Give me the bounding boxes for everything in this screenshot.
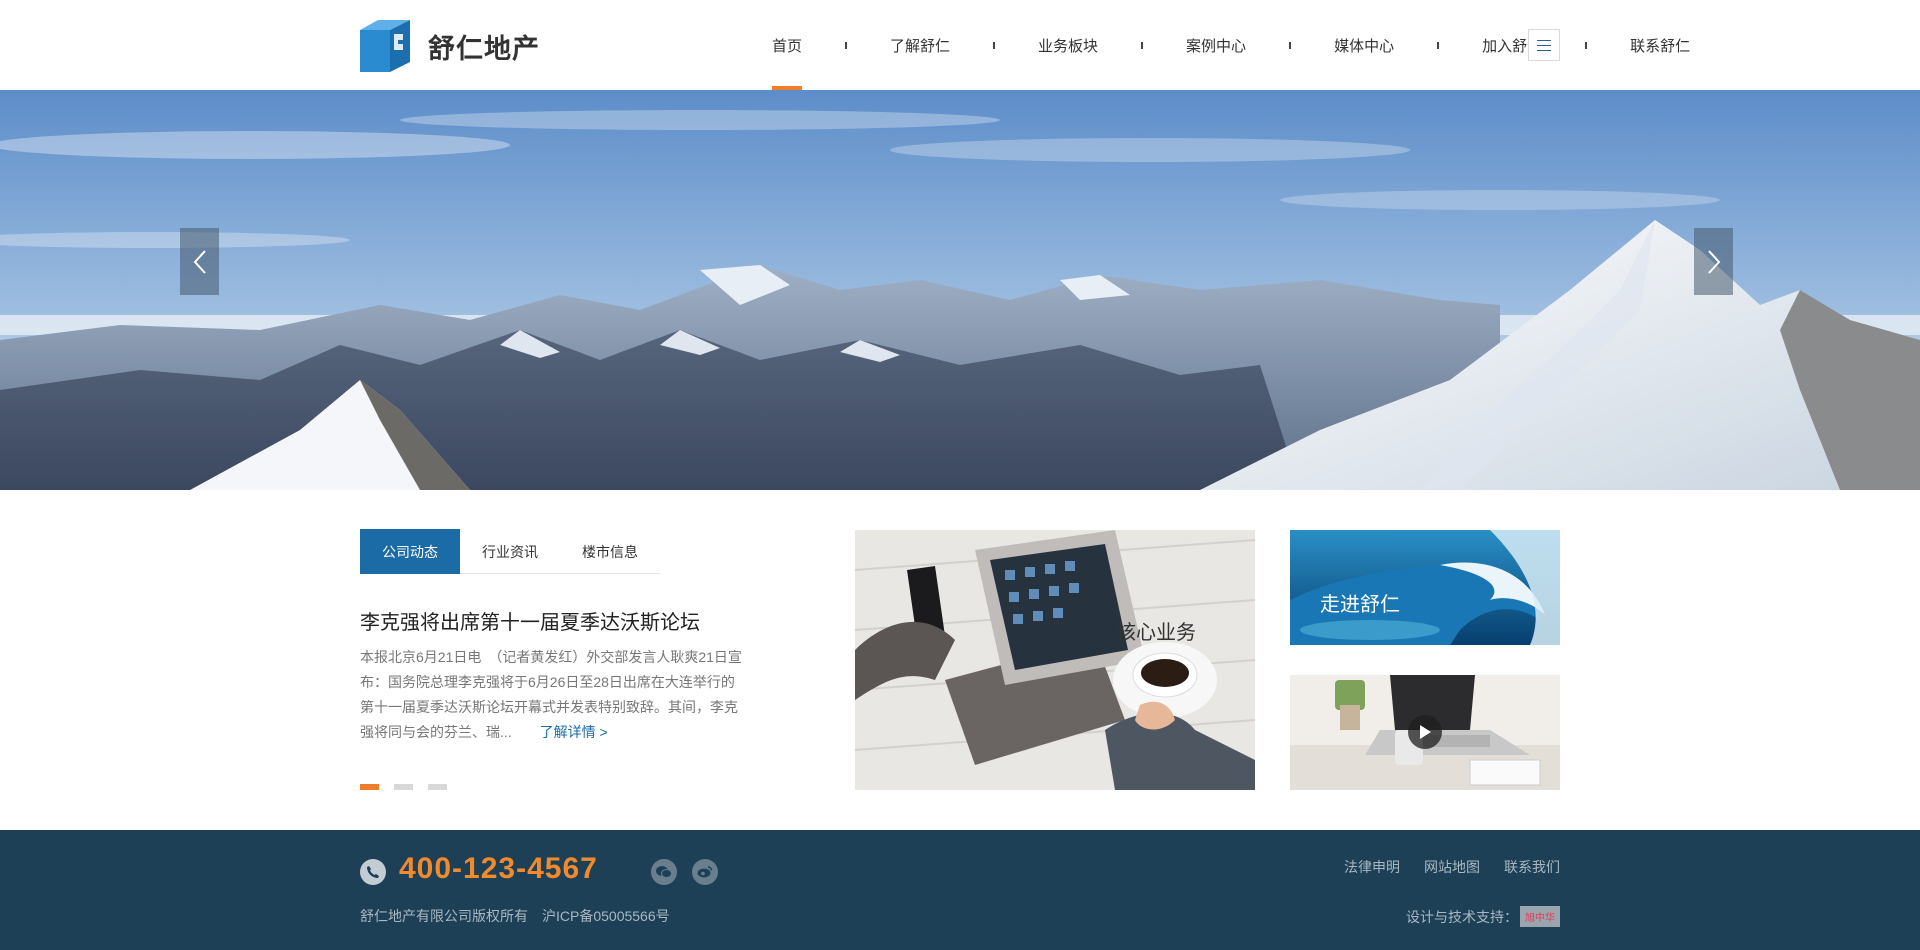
- brand-name: 舒仁地产: [428, 33, 540, 64]
- support-label: 设计与技术支持：: [1406, 908, 1518, 925]
- tab-market-info[interactable]: 楼市信息: [560, 529, 660, 574]
- pagination-dot[interactable]: [394, 784, 413, 790]
- site-header: 舒仁地产 首页 了解舒仁 业务板块 案例中心 媒体中心 加入舒仁 联系舒仁: [0, 0, 1920, 90]
- footer-link-contact[interactable]: 联系我们: [1504, 857, 1560, 877]
- read-more-link[interactable]: 了解详情 >: [540, 724, 608, 740]
- tab-company-news[interactable]: 公司动态: [360, 529, 460, 574]
- chevron-right-icon: [1707, 249, 1720, 274]
- tab-industry-news[interactable]: 行业资讯: [460, 529, 560, 574]
- nav-item-about[interactable]: 了解舒仁: [878, 0, 962, 90]
- nav-divider: [1585, 41, 1588, 49]
- nav-item-contact[interactable]: 联系舒仁: [1618, 0, 1702, 90]
- main-nav: 首页 了解舒仁 业务板块 案例中心 媒体中心 加入舒仁 联系舒仁: [760, 0, 1702, 90]
- banner-prev-button[interactable]: [180, 228, 219, 295]
- news-summary: 本报北京6月21日电 （记者黄发红）外交部发言人耿爽21日宣布：国务院总理李克强…: [360, 645, 744, 745]
- nav-divider: [845, 41, 848, 49]
- hotline-number[interactable]: 400-123-4567: [399, 852, 598, 886]
- news-headline[interactable]: 李克强将出席第十一届夏季达沃斯论坛: [360, 606, 700, 635]
- site-footer: 400-123-4567 舒仁地产有限公司版权所有 沪ICP备05005566号 …: [0, 830, 1920, 950]
- news-tabs: 公司动态 行业资讯 楼市信息: [360, 529, 660, 574]
- core-business-label: 核心业务: [1116, 622, 1196, 644]
- pagination-dot[interactable]: [428, 784, 447, 790]
- news-pagination: [360, 784, 447, 790]
- copyright-text: 舒仁地产有限公司版权所有: [360, 908, 528, 924]
- footer-links: 法律申明 网站地图 联系我们: [1344, 857, 1560, 877]
- footer-link-legal[interactable]: 法律申明: [1344, 857, 1400, 877]
- icp-license[interactable]: 沪ICP备05005566号: [542, 908, 670, 924]
- hamburger-menu-icon[interactable]: [1528, 29, 1560, 61]
- pagination-dot[interactable]: [360, 784, 379, 790]
- nav-item-home[interactable]: 首页: [760, 0, 814, 90]
- about-us-label: 走进舒仁: [1320, 594, 1400, 616]
- logo[interactable]: 舒仁地产: [360, 20, 540, 72]
- video-card[interactable]: [1290, 675, 1560, 790]
- mountain-landscape-image: [0, 90, 1920, 490]
- nav-divider: [993, 41, 996, 49]
- play-icon[interactable]: [1408, 715, 1442, 749]
- support-badge[interactable]: 旭中华: [1520, 906, 1560, 927]
- about-us-card[interactable]: 走进舒仁: [1290, 530, 1560, 645]
- footer-link-sitemap[interactable]: 网站地图: [1424, 857, 1480, 877]
- nav-divider: [1141, 41, 1144, 49]
- cube-logo-icon: [360, 20, 410, 72]
- phone-icon: [360, 859, 386, 885]
- nav-divider: [1437, 41, 1440, 49]
- nav-item-media[interactable]: 媒体中心: [1322, 0, 1406, 90]
- banner-next-button[interactable]: [1694, 228, 1733, 295]
- nav-item-cases[interactable]: 案例中心: [1174, 0, 1258, 90]
- chevron-left-icon: [193, 249, 206, 274]
- tablet-coffee-image: [855, 530, 1255, 790]
- nav-item-business[interactable]: 业务板块: [1026, 0, 1110, 90]
- hero-banner: [0, 90, 1920, 490]
- nav-divider: [1289, 41, 1292, 49]
- wechat-icon[interactable]: [651, 859, 677, 885]
- weibo-icon[interactable]: [692, 859, 718, 885]
- core-business-card[interactable]: 核心业务: [855, 530, 1255, 790]
- tech-support: 设计与技术支持： 旭中华: [1406, 906, 1560, 927]
- copyright-line: 舒仁地产有限公司版权所有 沪ICP备05005566号: [360, 906, 670, 926]
